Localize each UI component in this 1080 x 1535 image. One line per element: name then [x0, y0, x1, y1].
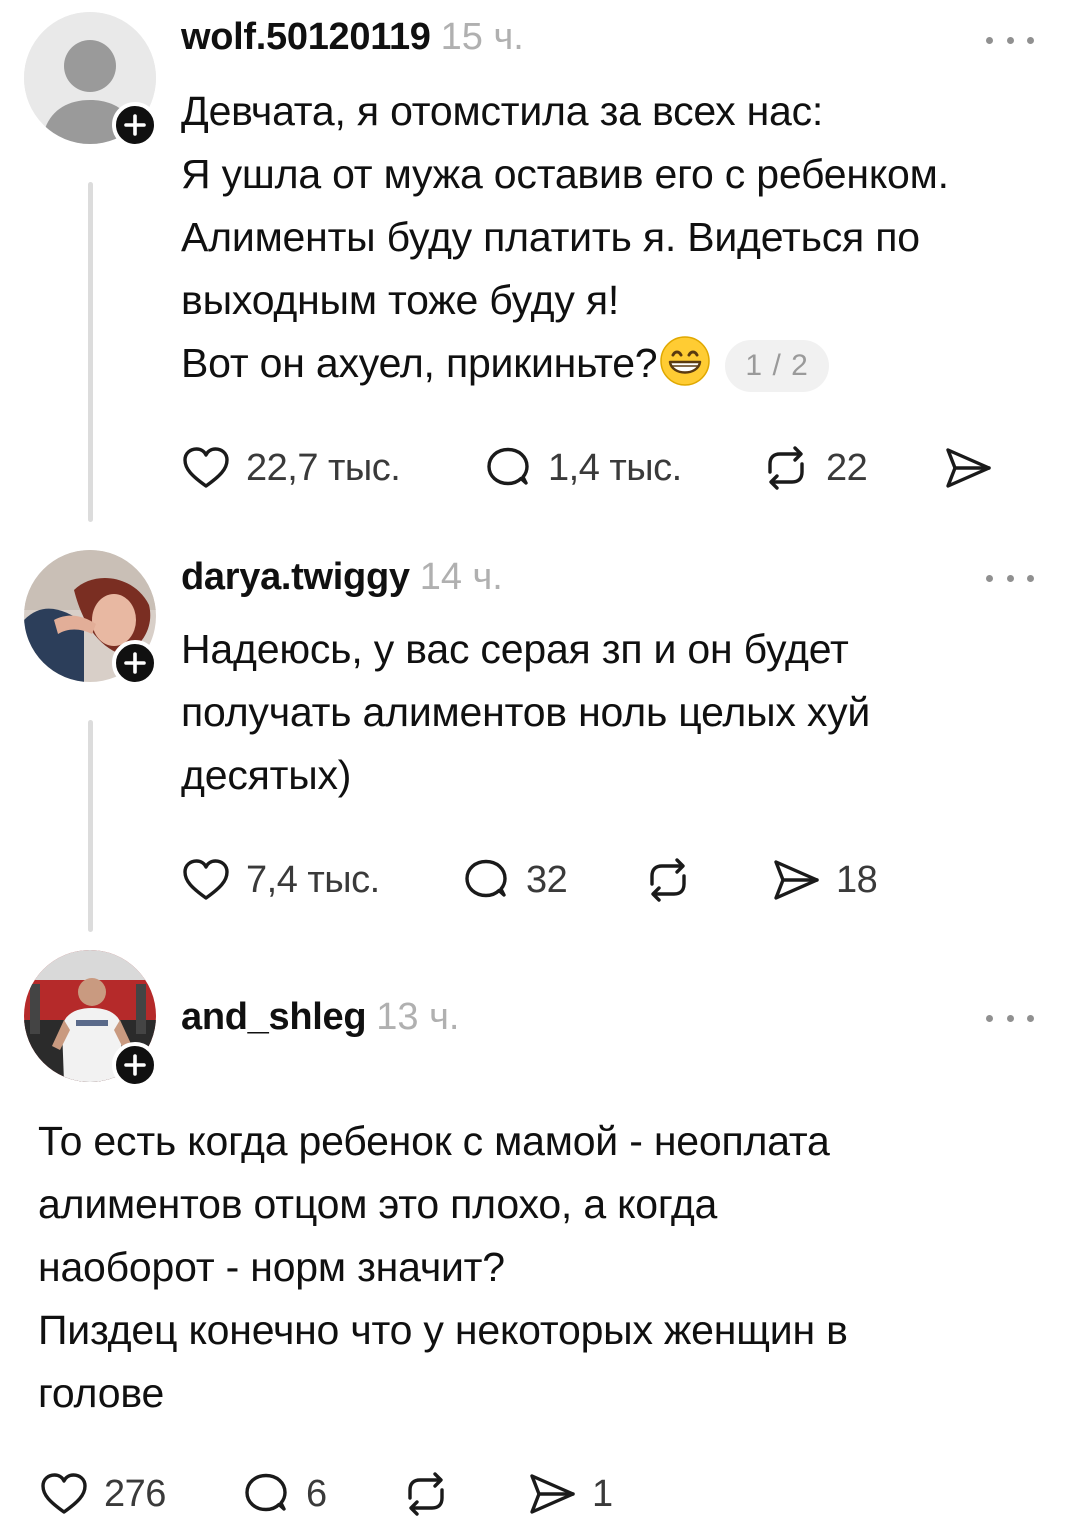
repost-button[interactable]: 22: [760, 440, 868, 496]
action-bar: 22,7 тыс. 1,4 тыс. 22: [180, 440, 1020, 496]
post-text: То есть когда ребенок с мамой - неоплата…: [38, 1110, 1050, 1425]
text-line: Пиздец конечно что у некоторых женщин в: [38, 1307, 848, 1353]
post-text: Надеюсь, у вас серая зп и он будет получ…: [181, 618, 1050, 807]
grinning-face-emoji-icon: [660, 336, 711, 386]
dot-icon: [1006, 574, 1014, 582]
media-pager[interactable]: 1 / 2: [725, 340, 829, 392]
share-button[interactable]: 18: [770, 852, 878, 908]
timestamp: 15 ч.: [440, 16, 524, 58]
repost-button[interactable]: [400, 1466, 466, 1522]
send-icon: [526, 1468, 578, 1520]
like-count: 276: [104, 1472, 166, 1515]
share-count: 1: [592, 1472, 613, 1515]
more-options-button[interactable]: [986, 1008, 1034, 1028]
text-line: голове: [38, 1370, 165, 1416]
dot-icon: [986, 36, 993, 44]
text-line: То есть когда ребенок с мамой - неоплата: [38, 1118, 830, 1164]
heart-icon: [180, 442, 232, 494]
username[interactable]: darya.twiggy: [181, 556, 410, 598]
timestamp: 14 ч.: [419, 556, 503, 598]
thread-line: [88, 182, 93, 522]
dot-icon: [986, 574, 993, 582]
post-1: wolf.50120119 15 ч. Девчата, я отомстила …: [0, 0, 1080, 530]
repost-icon: [400, 1468, 452, 1520]
action-bar: 7,4 тыс. 32 18: [180, 852, 1020, 908]
more-options-button[interactable]: [986, 568, 1034, 588]
dot-icon: [1006, 1014, 1014, 1022]
dot-icon: [1027, 36, 1034, 44]
action-bar: 276 6 1: [38, 1466, 878, 1522]
username[interactable]: and_shleg: [181, 996, 367, 1038]
like-button[interactable]: 22,7 тыс.: [180, 440, 401, 496]
heart-icon: [38, 1468, 90, 1520]
post-text: Девчата, я отомстила за всех нас: Я ушла…: [181, 80, 1050, 395]
plus-icon: [124, 114, 146, 136]
plus-icon: [124, 1054, 146, 1076]
text-line: десятых): [181, 752, 352, 798]
post-2: darya.twiggy 14 ч. Надеюсь, у вас серая з…: [0, 540, 1080, 940]
share-button[interactable]: 1: [526, 1466, 613, 1522]
text-line: Вот он ахуел, прикиньте?: [181, 340, 658, 386]
post-header: wolf.50120119 15 ч.: [181, 16, 524, 59]
like-count: 7,4 тыс.: [246, 858, 380, 901]
send-icon: [770, 854, 822, 906]
text-line-last: Вот он ахуел, прикиньте? 1 / 2: [181, 332, 1050, 395]
follow-button[interactable]: [112, 640, 158, 686]
text-line: Девчата, я отомстила за всех нас:: [181, 88, 824, 134]
repost-icon: [642, 854, 694, 906]
heart-icon: [180, 854, 232, 906]
repost-icon: [760, 442, 812, 494]
follow-button[interactable]: [112, 1042, 158, 1088]
dot-icon: [986, 1014, 993, 1022]
follow-button[interactable]: [112, 102, 158, 148]
reply-button[interactable]: 6: [240, 1466, 327, 1522]
post-header: darya.twiggy 14 ч.: [181, 556, 503, 599]
reply-count: 1,4 тыс.: [548, 446, 682, 489]
reply-count: 6: [306, 1472, 327, 1515]
like-count: 22,7 тыс.: [246, 446, 401, 489]
send-icon: [942, 442, 994, 494]
like-button[interactable]: 276: [38, 1466, 166, 1522]
thread-line: [88, 720, 93, 932]
text-line: выходным тоже буду я!: [181, 277, 620, 323]
post-3: and_shleg 13 ч. То есть когда ребенок с м…: [0, 940, 1080, 1535]
text-line: получать алиментов ноль целых хуй: [181, 689, 871, 735]
repost-count: 22: [826, 446, 868, 489]
like-button[interactable]: 7,4 тыс.: [180, 852, 380, 908]
username[interactable]: wolf.50120119: [181, 16, 431, 58]
timestamp: 13 ч.: [376, 996, 460, 1038]
text-line: Алименты буду платить я. Видеться по: [181, 214, 920, 260]
text-line: Я ушла от мужа оставив его с ребенком.: [181, 151, 949, 197]
text-line: Надеюсь, у вас серая зп и он будет: [181, 626, 849, 672]
dot-icon: [1027, 574, 1034, 582]
more-options-button[interactable]: [986, 30, 1034, 50]
dot-icon: [1027, 1014, 1034, 1022]
reply-count: 32: [526, 858, 568, 901]
text-line: наоборот - норм значит?: [38, 1244, 505, 1290]
reply-button[interactable]: 1,4 тыс.: [482, 440, 682, 496]
text-line: алиментов отцом это плохо, а когда: [38, 1181, 718, 1227]
repost-button[interactable]: [642, 852, 708, 908]
dot-icon: [1006, 36, 1014, 44]
plus-icon: [124, 652, 146, 674]
post-header: and_shleg 13 ч.: [181, 996, 459, 1039]
reply-button[interactable]: 32: [460, 852, 568, 908]
share-button[interactable]: [942, 440, 994, 496]
share-count: 18: [836, 858, 878, 901]
speech-bubble-icon: [482, 442, 534, 494]
speech-bubble-icon: [460, 854, 512, 906]
speech-bubble-icon: [240, 1468, 292, 1520]
